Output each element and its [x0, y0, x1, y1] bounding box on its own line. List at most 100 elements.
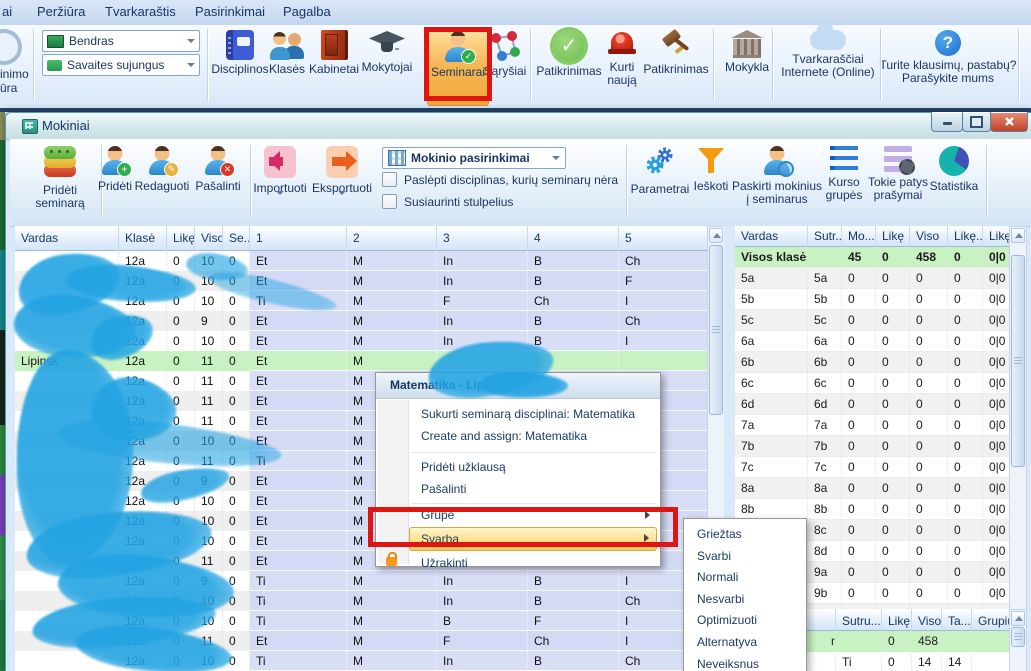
- group-separator: [772, 29, 773, 101]
- column-header-viso[interactable]: Viso: [910, 226, 948, 247]
- ribbon-button-turite-klausim-pastab-para-ykite-mums[interactable]: Turite klausimų, pastabų? Parašykite mum…: [878, 28, 1018, 104]
- class-row[interactable]: 5b5b00000|0: [735, 289, 1014, 310]
- submenu-item-nesvarbi[interactable]: Nesvarbi: [687, 589, 803, 610]
- toolbar-button-importuoti[interactable]: Importuoti: [249, 143, 311, 209]
- maximize-button[interactable]: [962, 112, 991, 132]
- window-title-bar[interactable]: Mokiniai: [6, 113, 1031, 140]
- toolbar-button-tokie-patys-pra-ymai[interactable]: Tokie patys prašymai: [862, 143, 934, 202]
- class-row[interactable]: 6a6a00000|0: [735, 331, 1014, 352]
- subject-cell: I: [619, 331, 712, 351]
- column-header-mo[interactable]: Mo...: [842, 226, 876, 247]
- close-button[interactable]: [990, 112, 1028, 132]
- scroll-up-icon[interactable]: [1011, 611, 1025, 626]
- student-choices-select[interactable]: Mokinio pasirinkimai: [382, 147, 566, 169]
- column-header-1[interactable]: 1: [250, 226, 347, 251]
- column-header-5[interactable]: 5: [619, 226, 712, 251]
- class-row[interactable]: 5a5a00000|0: [735, 268, 1014, 289]
- subject-cell: Ti: [250, 651, 347, 671]
- column-header-3[interactable]: 3: [437, 226, 528, 251]
- class-row[interactable]: 6d6d00000|0: [735, 394, 1014, 415]
- class-row[interactable]: 7b7b00000|0: [735, 436, 1014, 457]
- menu-item-per-i-ra[interactable]: Peržiūra: [37, 4, 85, 19]
- ribbon-button-patikrinimas[interactable]: Patikrinimas: [529, 28, 609, 104]
- ribbon-button-kabinetai[interactable]: Kabinetai: [306, 28, 362, 104]
- summary-scrollbar[interactable]: [1009, 609, 1027, 671]
- menu-item-pa-alinti[interactable]: Pašalinti: [410, 479, 657, 500]
- class-row[interactable]: 7a7a00000|0: [735, 415, 1014, 436]
- column-header-grupi-p[interactable]: Grupių p...: [972, 609, 1014, 631]
- class-row[interactable]: 6b6b00000|0: [735, 352, 1014, 373]
- menu-item-u-rakinti[interactable]: Užrakinti: [410, 553, 657, 574]
- class-cell: 7b: [735, 436, 808, 457]
- class-row[interactable]: 6c6c00000|0: [735, 373, 1014, 394]
- submenu-item-svarbi[interactable]: Svarbi: [687, 546, 803, 567]
- column-header-ta[interactable]: Ta...: [942, 609, 972, 631]
- menu-item-pasirinkimai[interactable]: Pasirinkimai: [195, 4, 265, 19]
- column-header-lik[interactable]: Likę: [882, 609, 912, 631]
- subject-cell: M: [347, 331, 437, 351]
- toolbar-button-pa-alinti[interactable]: ✕Pašalinti: [187, 143, 249, 193]
- column-header-sutru[interactable]: Sutru...: [836, 609, 882, 631]
- scrollbar-thumb[interactable]: [1011, 627, 1025, 647]
- ribbon-button-disciplinos[interactable]: Disciplinos: [209, 28, 271, 104]
- column-header-viso[interactable]: Viso: [912, 609, 942, 631]
- graduation-cap-icon: [368, 30, 406, 58]
- week-mode-select[interactable]: Savaites sujungus: [42, 54, 200, 76]
- column-header-vardas[interactable]: Vardas: [15, 226, 119, 251]
- ribbon-button-tvarkara-iai-internete-online[interactable]: Tvarkaraščiai Internete (Online): [776, 28, 880, 104]
- toolbar-button-redaguoti[interactable]: ✎Redaguoti: [128, 143, 196, 193]
- menu-item-ai[interactable]: ai: [2, 4, 12, 19]
- class-cell: 0: [948, 520, 983, 541]
- toolbar-button-eksportuoti[interactable]: Eksportuoti: [309, 143, 375, 209]
- submenu-item-neveiksnus[interactable]: Neveiksnus: [687, 654, 803, 671]
- column-header-sutr[interactable]: Sutr...: [808, 226, 842, 247]
- ribbon-button-mokykla[interactable]: Mokykla: [718, 28, 776, 104]
- x-badge-icon: ✕: [220, 162, 235, 177]
- narrow-columns-checkbox[interactable]: [382, 194, 397, 209]
- submenu-item-alternatyva[interactable]: Alternatyva: [687, 632, 803, 653]
- menu-item-tvarkara-tis[interactable]: Tvarkaraštis: [105, 4, 176, 19]
- class-cell: 0: [948, 478, 983, 499]
- toolbar-button-prid-ti-seminar[interactable]: Pridėti seminarą: [22, 143, 98, 210]
- ribbon-button-mokytojai[interactable]: Mokytojai: [357, 28, 417, 104]
- class-cell: 6a: [808, 331, 842, 352]
- class-cell: 0: [948, 562, 983, 583]
- column-header-vardas[interactable]: Vardas: [735, 226, 808, 247]
- menu-item-prid-ti-u-klaus[interactable]: Pridėti užklausą: [410, 457, 657, 478]
- submenu-item-normali[interactable]: Normali: [687, 567, 803, 588]
- column-header-2[interactable]: 2: [347, 226, 437, 251]
- toolbar-button-ie-koti[interactable]: Ieškoti: [686, 143, 736, 193]
- column-header-se[interactable]: Se...: [223, 226, 250, 251]
- ribbon-button-patikrinimas[interactable]: Patikrinimas: [636, 28, 716, 104]
- scrollbar-thumb[interactable]: [1011, 255, 1025, 467]
- scrollbar-thumb[interactable]: [709, 245, 723, 415]
- ribbon-button-klas-s[interactable]: Klasės: [263, 28, 311, 104]
- view-mode-select[interactable]: Bendras: [42, 30, 200, 52]
- minimize-button[interactable]: [931, 112, 963, 132]
- menu-item-pagalba[interactable]: Pagalba: [283, 4, 331, 19]
- submenu-item-grie-tas[interactable]: Griežtas: [687, 524, 803, 545]
- scroll-up-icon[interactable]: [1011, 228, 1025, 243]
- menu-item-create-and-assign-matematika[interactable]: Create and assign: Matematika: [410, 426, 657, 447]
- classes-scrollbar[interactable]: [1009, 226, 1027, 611]
- column-header-viso[interactable]: Viso: [195, 226, 223, 251]
- total-cell: 0: [948, 247, 983, 268]
- column-header-lik[interactable]: Likę...: [948, 226, 983, 247]
- menu-item-sukurti-seminar-disciplinai-matematika[interactable]: Sukurti seminarą disciplinai: Matematika: [410, 404, 657, 425]
- submenu-item-optimizuoti[interactable]: Optimizuoti: [687, 610, 803, 631]
- class-row[interactable]: 8a8a00000|0: [735, 478, 1014, 499]
- subject-cell: F: [437, 291, 528, 311]
- scroll-up-icon[interactable]: [709, 228, 723, 243]
- column-header-4[interactable]: 4: [528, 226, 619, 251]
- classes-total-row[interactable]: Visos klasės45045800|0: [735, 247, 1014, 268]
- toolbar-button-paskirti-mokinius-seminarus[interactable]: Paskirti mokinius į seminarus: [730, 143, 824, 206]
- class-row[interactable]: 7c7c00000|0: [735, 457, 1014, 478]
- column-header-lik[interactable]: Likę: [167, 226, 195, 251]
- class-row[interactable]: 8b8b00000|0: [735, 499, 1014, 520]
- column-header-klas[interactable]: Klasė: [119, 226, 167, 251]
- hide-disciplines-checkbox[interactable]: [382, 172, 397, 187]
- toolbar-button-parametrai[interactable]: Parametrai: [628, 143, 692, 196]
- class-row[interactable]: 5c5c00000|0: [735, 310, 1014, 331]
- toolbar-button-statistika[interactable]: Statistika: [925, 143, 983, 193]
- column-header-lik[interactable]: Likę: [876, 226, 910, 247]
